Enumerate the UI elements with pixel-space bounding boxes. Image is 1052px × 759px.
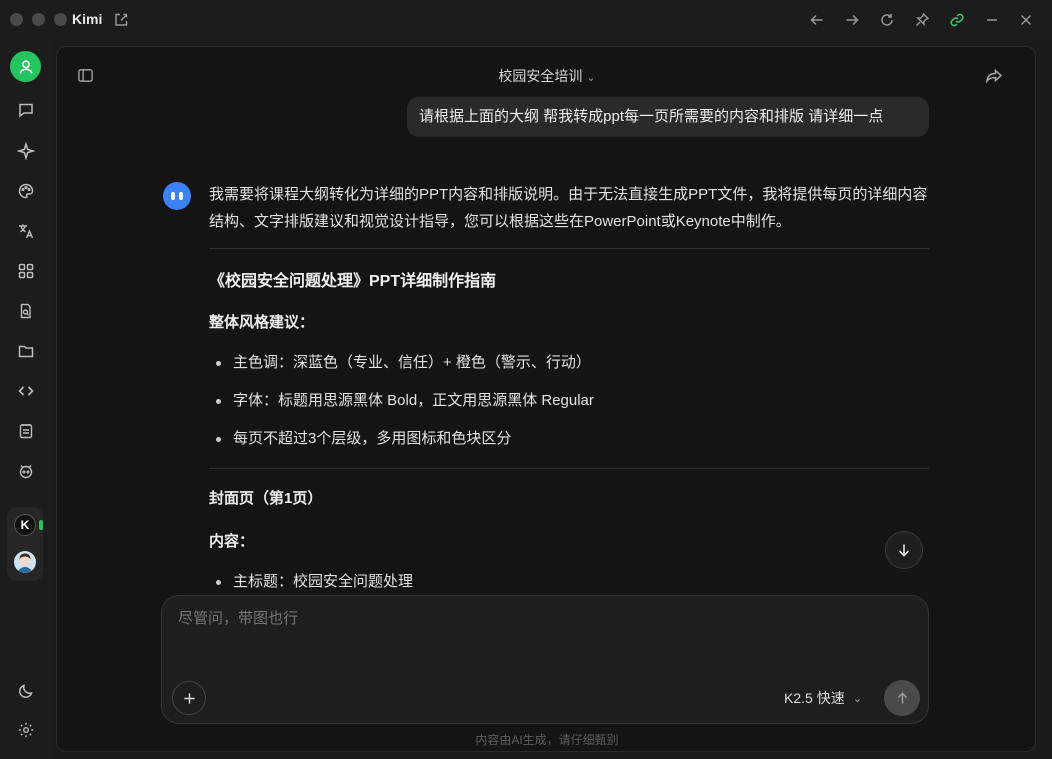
refresh-icon[interactable] — [877, 10, 897, 30]
notes-icon[interactable] — [14, 419, 38, 443]
user-avatar[interactable] — [10, 51, 41, 82]
link-icon[interactable] — [947, 10, 967, 30]
app-title: Kimi — [72, 11, 103, 27]
chevron-down-icon: ⌄ — [852, 692, 862, 705]
answer-heading: 《校园安全问题处理》PPT详细制作指南 — [209, 273, 497, 290]
pin-icon[interactable] — [912, 10, 932, 30]
palette-icon[interactable] — [14, 179, 38, 203]
chat-panel: 校园安全培训 ⌄ 请根据上面的大纲 帮我转成ppt每一页所需要的内容和排版 请详细… — [56, 46, 1036, 752]
kimi-bot-avatar — [163, 182, 191, 210]
content-label: 内容： — [209, 533, 255, 550]
add-attachment-button[interactable] — [172, 681, 206, 715]
chevron-down-icon: ⌄ — [586, 72, 596, 84]
chat-title[interactable]: 校园安全培训 ⌄ — [57, 66, 1035, 86]
list-item: 主色调：深蓝色（专业、信任）+ 橙色（警示、行动） — [209, 352, 929, 374]
app-switcher: K — [7, 507, 43, 581]
divider — [209, 468, 929, 469]
active-indicator — [39, 520, 43, 530]
send-button[interactable] — [884, 680, 920, 716]
assistant-avatar[interactable] — [14, 551, 36, 573]
close-window-button[interactable] — [10, 13, 23, 26]
title-bar: Kimi — [0, 0, 1052, 40]
moon-icon[interactable] — [14, 679, 38, 703]
list-item: 每页不超过3个层级，多用图标和色块区分 — [209, 428, 929, 450]
style-section-label: 整体风格建议： — [209, 314, 315, 331]
code-icon[interactable] — [14, 379, 38, 403]
scroll-to-bottom-button[interactable] — [885, 531, 923, 569]
list-item: 主标题：校园安全问题处理 — [209, 571, 929, 593]
cover-section-label: 封面页（第1页） — [209, 490, 323, 507]
model-selector[interactable]: K2.5 快速 ⌄ — [784, 688, 862, 708]
user-message: 请根据上面的大纲 帮我转成ppt每一页所需要的内容和排版 请详细一点 — [407, 97, 929, 137]
model-label: K2.5 快速 — [784, 690, 845, 706]
folder-icon[interactable] — [14, 339, 38, 363]
assistant-answer: 我需要将课程大纲转化为详细的PPT内容和排版说明。由于无法直接生成PPT文件，我… — [209, 181, 929, 593]
answer-intro: 我需要将课程大纲转化为详细的PPT内容和排版说明。由于无法直接生成PPT文件，我… — [209, 186, 928, 230]
ai-disclaimer: 内容由AI生成，请仔细甄别 — [475, 733, 619, 747]
scrollbar-thumb[interactable] — [1035, 371, 1036, 389]
chat-icon[interactable] — [14, 98, 38, 122]
left-rail: K — [0, 40, 52, 759]
arrow-left-icon[interactable] — [807, 10, 827, 30]
apps-grid-icon[interactable] — [14, 259, 38, 283]
share-icon[interactable] — [983, 65, 1005, 87]
edit-icon[interactable] — [111, 10, 131, 30]
list-item: 字体：标题用思源黑体 Bold，正文用思源黑体 Regular — [209, 390, 929, 412]
translate-icon[interactable] — [14, 219, 38, 243]
robot-icon[interactable] — [14, 459, 38, 483]
message-input[interactable] — [178, 610, 898, 627]
kimi-app-icon[interactable]: K — [14, 514, 36, 536]
gear-icon[interactable] — [14, 718, 38, 742]
document-search-icon[interactable] — [14, 299, 38, 323]
minimize-icon[interactable] — [982, 10, 1002, 30]
chat-title-text: 校园安全培训 — [498, 68, 583, 84]
sparkle-icon[interactable] — [14, 139, 38, 163]
close-icon[interactable] — [1016, 10, 1036, 30]
zoom-window-button[interactable] — [54, 13, 67, 26]
composer: K2.5 快速 ⌄ — [161, 595, 929, 724]
divider — [209, 248, 929, 249]
arrow-right-icon[interactable] — [842, 10, 862, 30]
minimize-window-button[interactable] — [32, 13, 45, 26]
